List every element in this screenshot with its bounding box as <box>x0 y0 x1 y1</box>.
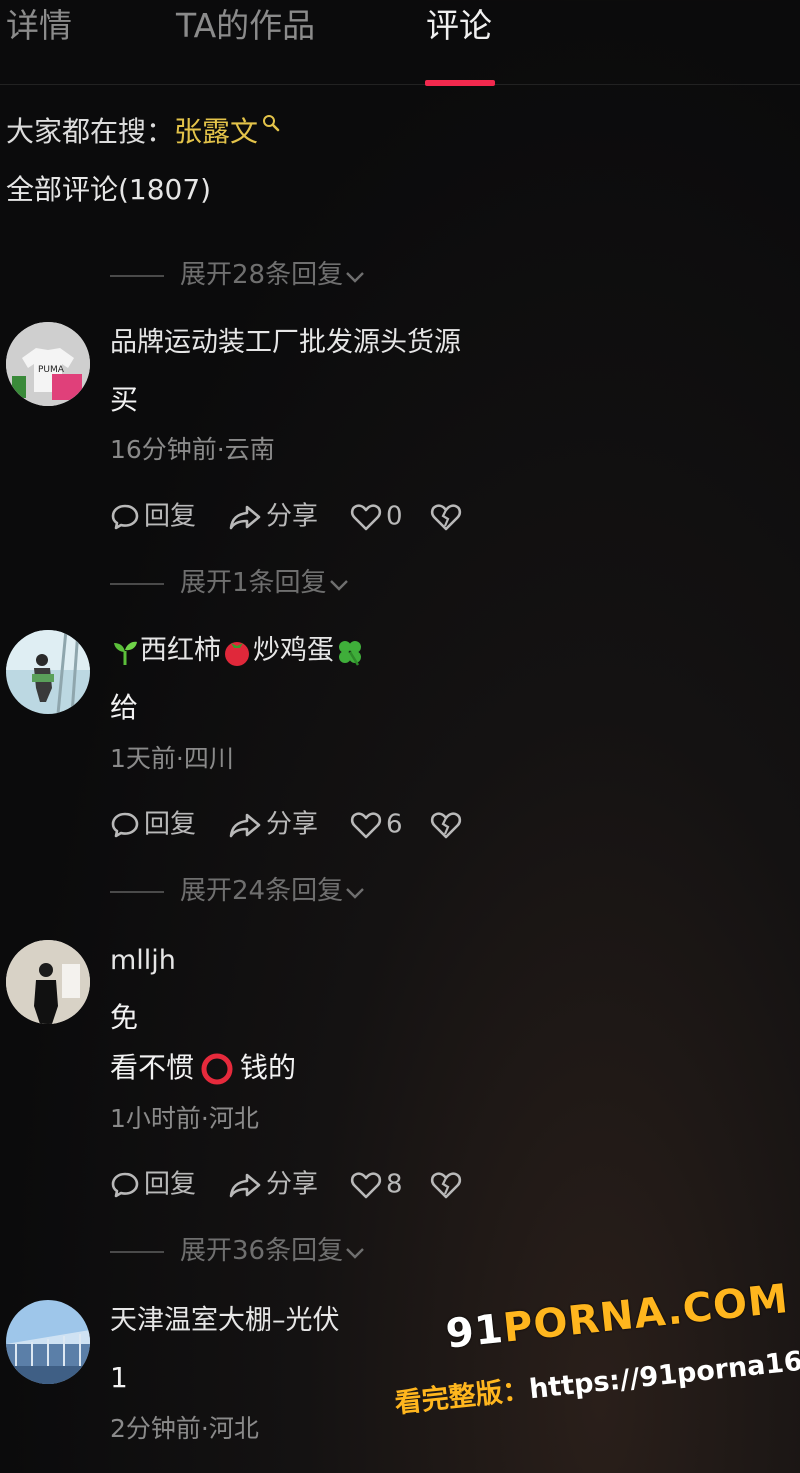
share-label: 分享 <box>266 501 319 532</box>
search-suggestion-prefix: 大家都在搜： <box>6 115 175 148</box>
reply-label: 回复 <box>144 1169 197 1200</box>
share-icon <box>229 1173 261 1197</box>
tab-comments[interactable]: 评论 <box>426 4 492 48</box>
like-button[interactable]: 8 <box>350 1164 403 1204</box>
like-count: 8 <box>386 1169 403 1200</box>
comment-text: 免 <box>110 1001 139 1034</box>
like-count: 6 <box>386 809 403 840</box>
comment-text-part: 钱的 <box>240 1051 297 1084</box>
comments-count: 全部评论(1807) <box>6 173 212 206</box>
avatar[interactable] <box>6 1300 90 1384</box>
comment-username[interactable]: 西红柿 炒鸡蛋 <box>110 632 366 670</box>
share-label: 分享 <box>266 809 319 840</box>
like-count: 0 <box>386 501 403 532</box>
avatar-image-icon <box>6 940 90 1024</box>
chevron-down-icon <box>329 567 349 601</box>
avatar-image-icon: PUMA <box>6 322 90 406</box>
watermark-url: https://91porna16.com <box>527 1338 800 1406</box>
watermark-logo-prefix: 91 <box>443 1305 506 1358</box>
tab-bar: 详情 TA的作品 评论 <box>0 0 800 86</box>
expand-replies-label: 展开24条回复 <box>180 876 344 906</box>
broken-heart-icon <box>430 1171 462 1198</box>
expand-replies-button[interactable]: 展开36条回复 <box>110 1234 365 1268</box>
dislike-button[interactable] <box>430 1164 466 1204</box>
reply-label: 回复 <box>144 809 197 840</box>
search-suggestion[interactable]: 大家都在搜：张露文 <box>6 112 280 152</box>
red-circle-icon <box>201 1053 233 1085</box>
chevron-down-icon <box>345 1235 365 1269</box>
svg-text:PUMA: PUMA <box>38 365 65 375</box>
comment-username[interactable]: 品牌运动装工厂批发源头货源 <box>110 324 461 362</box>
expand-replies-button[interactable]: 展开24条回复 <box>110 874 365 908</box>
share-icon <box>229 813 261 837</box>
expand-replies-button[interactable]: 展开1条回复 <box>110 566 349 600</box>
broken-heart-icon <box>430 811 462 838</box>
active-tab-indicator <box>425 80 495 86</box>
comment-meta: 1天前·四川 <box>110 744 234 773</box>
seedling-icon <box>114 641 137 665</box>
comment-text: 1 <box>110 1361 128 1394</box>
reply-button[interactable]: 回复 <box>110 804 196 844</box>
tab-works[interactable]: TA的作品 <box>176 4 315 48</box>
search-icon <box>262 114 280 132</box>
heart-icon <box>350 503 382 530</box>
watermark: 91PORNA.COM 看完整版：https://91porna16.com <box>386 1275 800 1457</box>
reply-label: 回复 <box>144 501 197 532</box>
comment-text: 给 <box>110 691 139 724</box>
avatar[interactable] <box>6 630 90 714</box>
comment-meta: 16分钟前·云南 <box>110 435 275 464</box>
share-icon <box>229 505 261 529</box>
watermark-logo-text: PORNA.COM <box>501 1275 791 1352</box>
comment-username[interactable]: 天津温室大棚–光伏 <box>110 1302 340 1340</box>
broken-heart-icon <box>430 503 462 530</box>
divider-dash <box>110 582 164 585</box>
search-suggestion-term[interactable]: 张露文 <box>174 115 258 148</box>
divider-dash <box>110 890 164 893</box>
heart-icon <box>350 1171 382 1198</box>
avatar-image-icon <box>6 630 90 714</box>
reply-button[interactable]: 回复 <box>110 1164 196 1204</box>
avatar-image-icon <box>6 1300 90 1384</box>
reply-icon <box>111 812 139 837</box>
dislike-button[interactable] <box>430 496 466 536</box>
share-button[interactable]: 分享 <box>228 1164 318 1204</box>
avatar[interactable]: PUMA <box>6 322 90 406</box>
comment-meta: 1小时前·河北 <box>110 1104 259 1133</box>
share-button[interactable]: 分享 <box>228 496 318 536</box>
chevron-down-icon <box>345 875 365 909</box>
divider-dash <box>110 1250 164 1253</box>
comment-text: 买 <box>110 383 139 416</box>
clover-icon <box>339 640 361 666</box>
like-button[interactable]: 0 <box>350 496 403 536</box>
chevron-down-icon <box>345 259 365 293</box>
share-label: 分享 <box>266 1169 319 1200</box>
username-part: 西红柿 <box>140 635 221 666</box>
tab-details[interactable]: 详情 <box>6 4 72 48</box>
reply-button[interactable]: 回复 <box>110 496 196 536</box>
expand-replies-label: 展开36条回复 <box>180 1236 344 1266</box>
dislike-button[interactable] <box>430 804 466 844</box>
like-button[interactable]: 6 <box>350 804 403 844</box>
comment-text-part: 看不惯 <box>110 1051 195 1084</box>
reply-icon <box>111 504 139 529</box>
expand-replies-label: 展开28条回复 <box>180 260 344 290</box>
reply-icon <box>111 1172 139 1197</box>
watermark-label: 看完整版： <box>393 1374 531 1420</box>
comment-username[interactable]: mlljh <box>110 942 176 980</box>
expand-replies-button[interactable]: 展开28条回复 <box>110 258 365 292</box>
tomato-icon <box>225 641 249 666</box>
avatar[interactable] <box>6 940 90 1024</box>
expand-replies-label: 展开1条回复 <box>180 568 327 598</box>
comment-text: 看不惯 钱的 <box>110 1048 296 1088</box>
comment-meta: 2分钟前·河北 <box>110 1414 259 1443</box>
username-part: 炒鸡蛋 <box>253 635 334 666</box>
share-button[interactable]: 分享 <box>228 804 318 844</box>
divider-dash <box>110 274 164 277</box>
heart-icon <box>350 811 382 838</box>
